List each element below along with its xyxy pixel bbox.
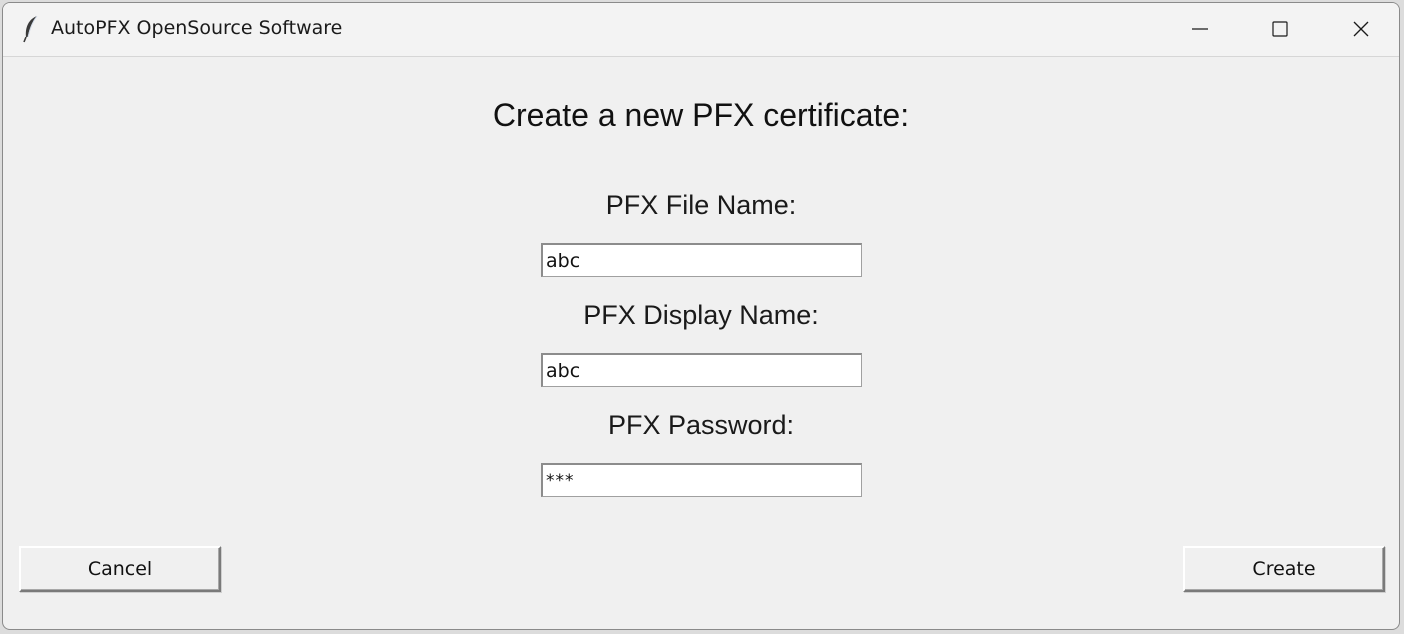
display-name-label: PFX Display Name:: [583, 300, 819, 330]
close-icon: [1353, 21, 1369, 37]
password-label: PFX Password:: [607, 410, 795, 440]
file-name-label: PFX File Name:: [605, 190, 797, 220]
file-name-input[interactable]: abc: [541, 243, 862, 277]
close-button[interactable]: [1321, 3, 1399, 56]
feather-icon: [21, 15, 41, 43]
form-area: Create a new PFX certificate: PFX File N…: [3, 57, 1399, 629]
app-window: AutoPFX OpenSource Software Create a new…: [2, 2, 1400, 630]
minimize-icon: [1192, 28, 1208, 30]
cancel-button[interactable]: Cancel: [19, 546, 221, 592]
maximize-button[interactable]: [1240, 3, 1320, 56]
minimize-button[interactable]: [1160, 3, 1240, 56]
create-button[interactable]: Create: [1183, 546, 1385, 592]
display-name-input[interactable]: abc: [541, 353, 862, 387]
form-heading: Create a new PFX certificate:: [492, 97, 910, 133]
maximize-icon: [1272, 21, 1288, 37]
window-title: AutoPFX OpenSource Software: [51, 17, 343, 39]
password-input[interactable]: ***: [541, 463, 862, 497]
title-bar[interactable]: AutoPFX OpenSource Software: [3, 3, 1399, 57]
